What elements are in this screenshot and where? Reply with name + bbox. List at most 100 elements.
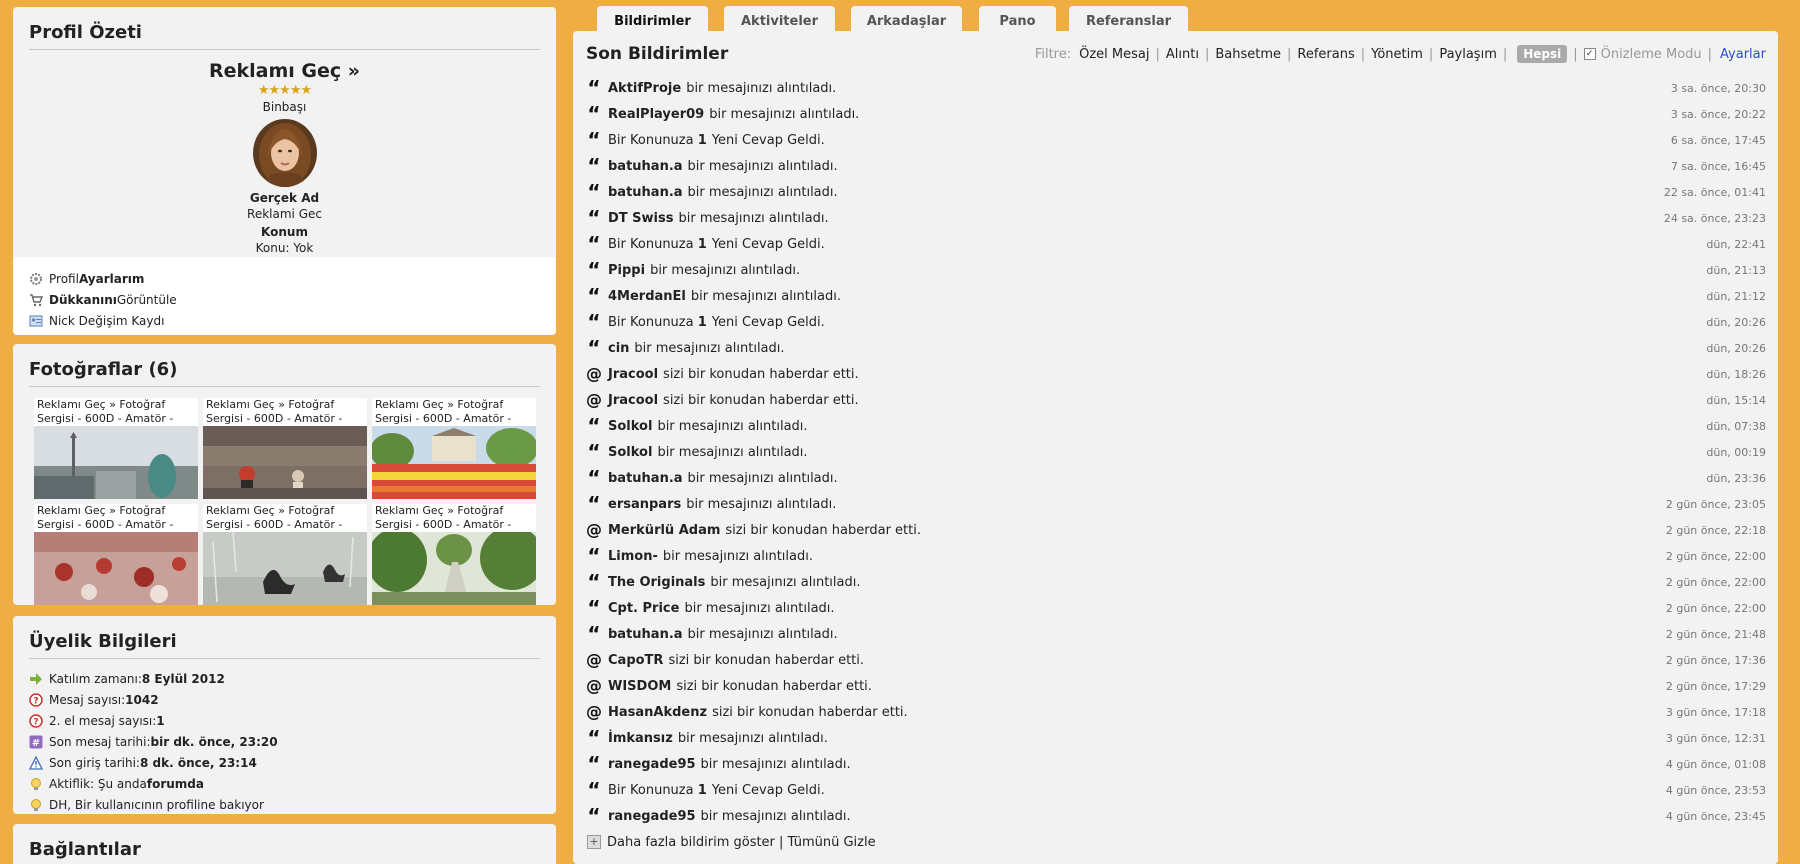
notification-user[interactable]: batuhan.a	[608, 627, 683, 642]
profile-summary-title: Profil Özeti	[29, 22, 540, 50]
filter-all-button[interactable]: Hepsi	[1517, 45, 1568, 63]
avatar[interactable]	[252, 119, 317, 187]
nick-change-log-link[interactable]: Nick Değişim Kaydı	[29, 310, 540, 331]
notification-text: bir mesajınızı alıntıladı.	[657, 418, 808, 434]
quote-icon: “	[587, 778, 601, 802]
notification-item[interactable]: “ cin bir mesajınızı alıntıladı. dün, 20:26	[586, 335, 1766, 361]
filter-bar: Filtre: Özel Mesaj | Alıntı | Bahsetme | Re…	[1034, 45, 1766, 63]
view-shop-link[interactable]: Dükkanını Görüntüle	[29, 289, 540, 310]
notification-user[interactable]: Jracool	[608, 393, 658, 408]
notification-time: dün, 15:14	[1706, 393, 1766, 407]
settings-link[interactable]: Ayarlar	[1720, 47, 1766, 62]
notification-item[interactable]: “ ranegade95 bir mesajınızı alıntıladı. 4 g…	[586, 751, 1766, 777]
profile-settings-bold: Ayarlarım	[78, 271, 145, 286]
photo-thumb[interactable]: Reklamı Geç » Fotoğraf Sergisi - 600D - …	[203, 398, 367, 499]
notification-item[interactable]: “ batuhan.a bir mesajınızı alıntıladı. dün,…	[586, 465, 1766, 491]
notification-item[interactable]: @ Jracool sizi bir konudan haberdar etti. d…	[586, 387, 1766, 413]
quote-icon: “	[587, 128, 601, 152]
profile-username[interactable]: Reklamı Geç »	[13, 60, 556, 82]
at-sign-icon: @	[586, 390, 602, 409]
filter-quote[interactable]: Alıntı	[1166, 47, 1199, 62]
notification-item[interactable]: “ İmkansız bir mesajınızı alıntıladı. 3 gün…	[586, 725, 1766, 751]
notification-user[interactable]: Solkol	[608, 445, 652, 460]
show-more-row[interactable]: + Daha fazla bildirim göster | Tümünü Gi…	[586, 829, 1778, 855]
filter-reference[interactable]: Referans	[1297, 47, 1354, 62]
notification-user[interactable]: AktifProje	[608, 81, 681, 96]
notification-item[interactable]: “ Solkol bir mesajınızı alıntıladı. dün, 00…	[586, 439, 1766, 465]
notification-item[interactable]: @ HasanAkdenz sizi bir konudan haberdar et…	[586, 699, 1766, 725]
notification-item[interactable]: “ Pippi bir mesajınızı alıntıladı. dün, 21:…	[586, 257, 1766, 283]
notification-item[interactable]: “ Bir Konunuza 1 Yeni Cevap Geldi. dün, 22:…	[586, 231, 1766, 257]
notification-item[interactable]: “ Bir Konunuza 1 Yeni Cevap Geldi. 4 gün ön…	[586, 777, 1766, 803]
preview-mode-label: Önizleme Modu	[1600, 46, 1702, 62]
notification-item[interactable]: “ DT Swiss bir mesajınızı alıntıladı. 24 sa…	[586, 205, 1766, 231]
photo-thumb[interactable]: Reklamı Geç » Fotoğraf Sergisi - 600D - …	[203, 504, 367, 605]
notification-item[interactable]: “ batuhan.a bir mesajınızı alıntıladı. 22 s…	[586, 179, 1766, 205]
notification-user[interactable]: Limon-	[608, 549, 658, 564]
notification-user[interactable]: The Originals	[608, 575, 705, 590]
notification-item[interactable]: “ Bir Konunuza 1 Yeni Cevap Geldi. dün, 20:…	[586, 309, 1766, 335]
notification-item[interactable]: “ Bir Konunuza 1 Yeni Cevap Geldi. 6 sa. ön…	[586, 127, 1766, 153]
last-post-row: # Son mesaj tarihi: bir dk. önce, 23:20	[29, 731, 556, 752]
notification-user[interactable]: DT Swiss	[608, 211, 674, 226]
notification-text: bir mesajınızı alıntıladı.	[686, 496, 837, 512]
notification-item[interactable]: “ batuhan.a bir mesajınızı alıntıladı. 7 sa…	[586, 153, 1766, 179]
notification-item[interactable]: “ batuhan.a bir mesajınızı alıntıladı. 2 gü…	[586, 621, 1766, 647]
filter-private-message[interactable]: Özel Mesaj	[1079, 47, 1149, 62]
photo-thumb[interactable]: Reklamı Geç » Fotoğraf Sergisi - 600D - …	[372, 504, 536, 605]
notification-text: sizi bir konudan haberdar etti.	[668, 652, 865, 668]
notification-item[interactable]: “ ranegade95 bir mesajınızı alıntıladı. 4 g…	[586, 803, 1766, 829]
notification-user[interactable]: cin	[608, 341, 629, 356]
photo-thumb[interactable]: Reklamı Geç » Fotoğraf Sergisi - 600D - …	[34, 398, 198, 499]
filter-share[interactable]: Paylaşım	[1439, 47, 1497, 62]
notification-user[interactable]: ersanpars	[608, 497, 681, 512]
notification-user[interactable]: ranegade95	[608, 809, 696, 824]
notification-user[interactable]: WISDOM	[608, 679, 671, 694]
quote-icon: “	[587, 154, 601, 178]
notification-time: 6 sa. önce, 17:45	[1670, 133, 1766, 147]
notification-user[interactable]: 4MerdanEl	[608, 289, 686, 304]
notification-item[interactable]: “ AktifProje bir mesajınızı alıntıladı. 3 s…	[586, 75, 1766, 101]
notification-item[interactable]: “ The Originals bir mesajınızı alıntıladı.…	[586, 569, 1766, 595]
activity-row: Aktiflik: Şu anda forumda	[29, 773, 556, 794]
notification-item[interactable]: @ Jracool sizi bir konudan haberdar etti. d…	[586, 361, 1766, 387]
notification-user[interactable]: batuhan.a	[608, 159, 683, 174]
photo-thumb[interactable]: Reklamı Geç » Fotoğraf Sergisi - 600D - …	[34, 504, 198, 605]
notification-user[interactable]: CapoTR	[608, 653, 663, 668]
notification-user[interactable]: batuhan.a	[608, 185, 683, 200]
last-login-value: 8 dk. önce, 23:14	[139, 755, 257, 770]
notification-item[interactable]: “ Cpt. Price bir mesajınızı alıntıladı. 2 g…	[586, 595, 1766, 621]
notification-user[interactable]: İmkansız	[608, 731, 673, 746]
notification-user[interactable]: batuhan.a	[608, 471, 683, 486]
notification-user[interactable]: HasanAkdenz	[608, 705, 707, 720]
quote-icon: “	[587, 492, 601, 516]
notification-item[interactable]: “ ersanpars bir mesajınızı alıntıladı. 2 gü…	[586, 491, 1766, 517]
notification-user[interactable]: Merkürlü Adam	[608, 523, 720, 538]
notification-time: 24 sa. önce, 23:23	[1663, 211, 1766, 225]
notification-item[interactable]: “ 4MerdanEl bir mesajınızı alıntıladı. dün,…	[586, 283, 1766, 309]
notification-user[interactable]: Pippi	[608, 263, 645, 278]
preview-mode-checkbox[interactable]: ✓	[1583, 48, 1596, 60]
filter-moderation[interactable]: Yönetim	[1371, 47, 1423, 62]
filter-mention[interactable]: Bahsetme	[1215, 47, 1281, 62]
notification-item[interactable]: “ Limon-bir mesajınızı alıntıladı. 2 gün ö…	[586, 543, 1766, 569]
quote-icon: “	[587, 752, 601, 776]
notification-user[interactable]: Jracool	[608, 367, 658, 382]
notification-user[interactable]: ranegade95	[608, 757, 696, 772]
notification-item[interactable]: @ WISDOM sizi bir konudan haberdar etti. 2 …	[586, 673, 1766, 699]
show-more-link[interactable]: Daha fazla bildirim göster | Tümünü Gizl…	[607, 835, 876, 850]
notification-user[interactable]: Cpt. Price	[608, 601, 679, 616]
svg-text:?: ?	[33, 717, 38, 727]
profile-settings-link[interactable]: Profil Ayarlarım	[29, 268, 540, 289]
notification-time: 22 sa. önce, 01:41	[1663, 185, 1766, 199]
notification-time: 3 gün önce, 17:18	[1665, 705, 1766, 719]
notification-user[interactable]: RealPlayer09	[608, 107, 704, 122]
notification-item[interactable]: @ Merkürlü Adam sizi bir konudan haberdar …	[586, 517, 1766, 543]
nick-change-log-label: Nick Değişim Kaydı	[49, 313, 165, 328]
notification-item[interactable]: “ RealPlayer09 bir mesajınızı alıntıladı. 3…	[586, 101, 1766, 127]
photo-thumb[interactable]: Reklamı Geç » Fotoğraf Sergisi - 600D - …	[372, 398, 536, 499]
membership-panel: Üyelik Bilgileri Katılım zamanı: 8 Eylül…	[13, 616, 556, 814]
notification-item[interactable]: @ CapoTR sizi bir konudan haberdar etti. 2 …	[586, 647, 1766, 673]
notification-user[interactable]: Solkol	[608, 419, 652, 434]
notification-item[interactable]: “ Solkol bir mesajınızı alıntıladı. dün, 07…	[586, 413, 1766, 439]
